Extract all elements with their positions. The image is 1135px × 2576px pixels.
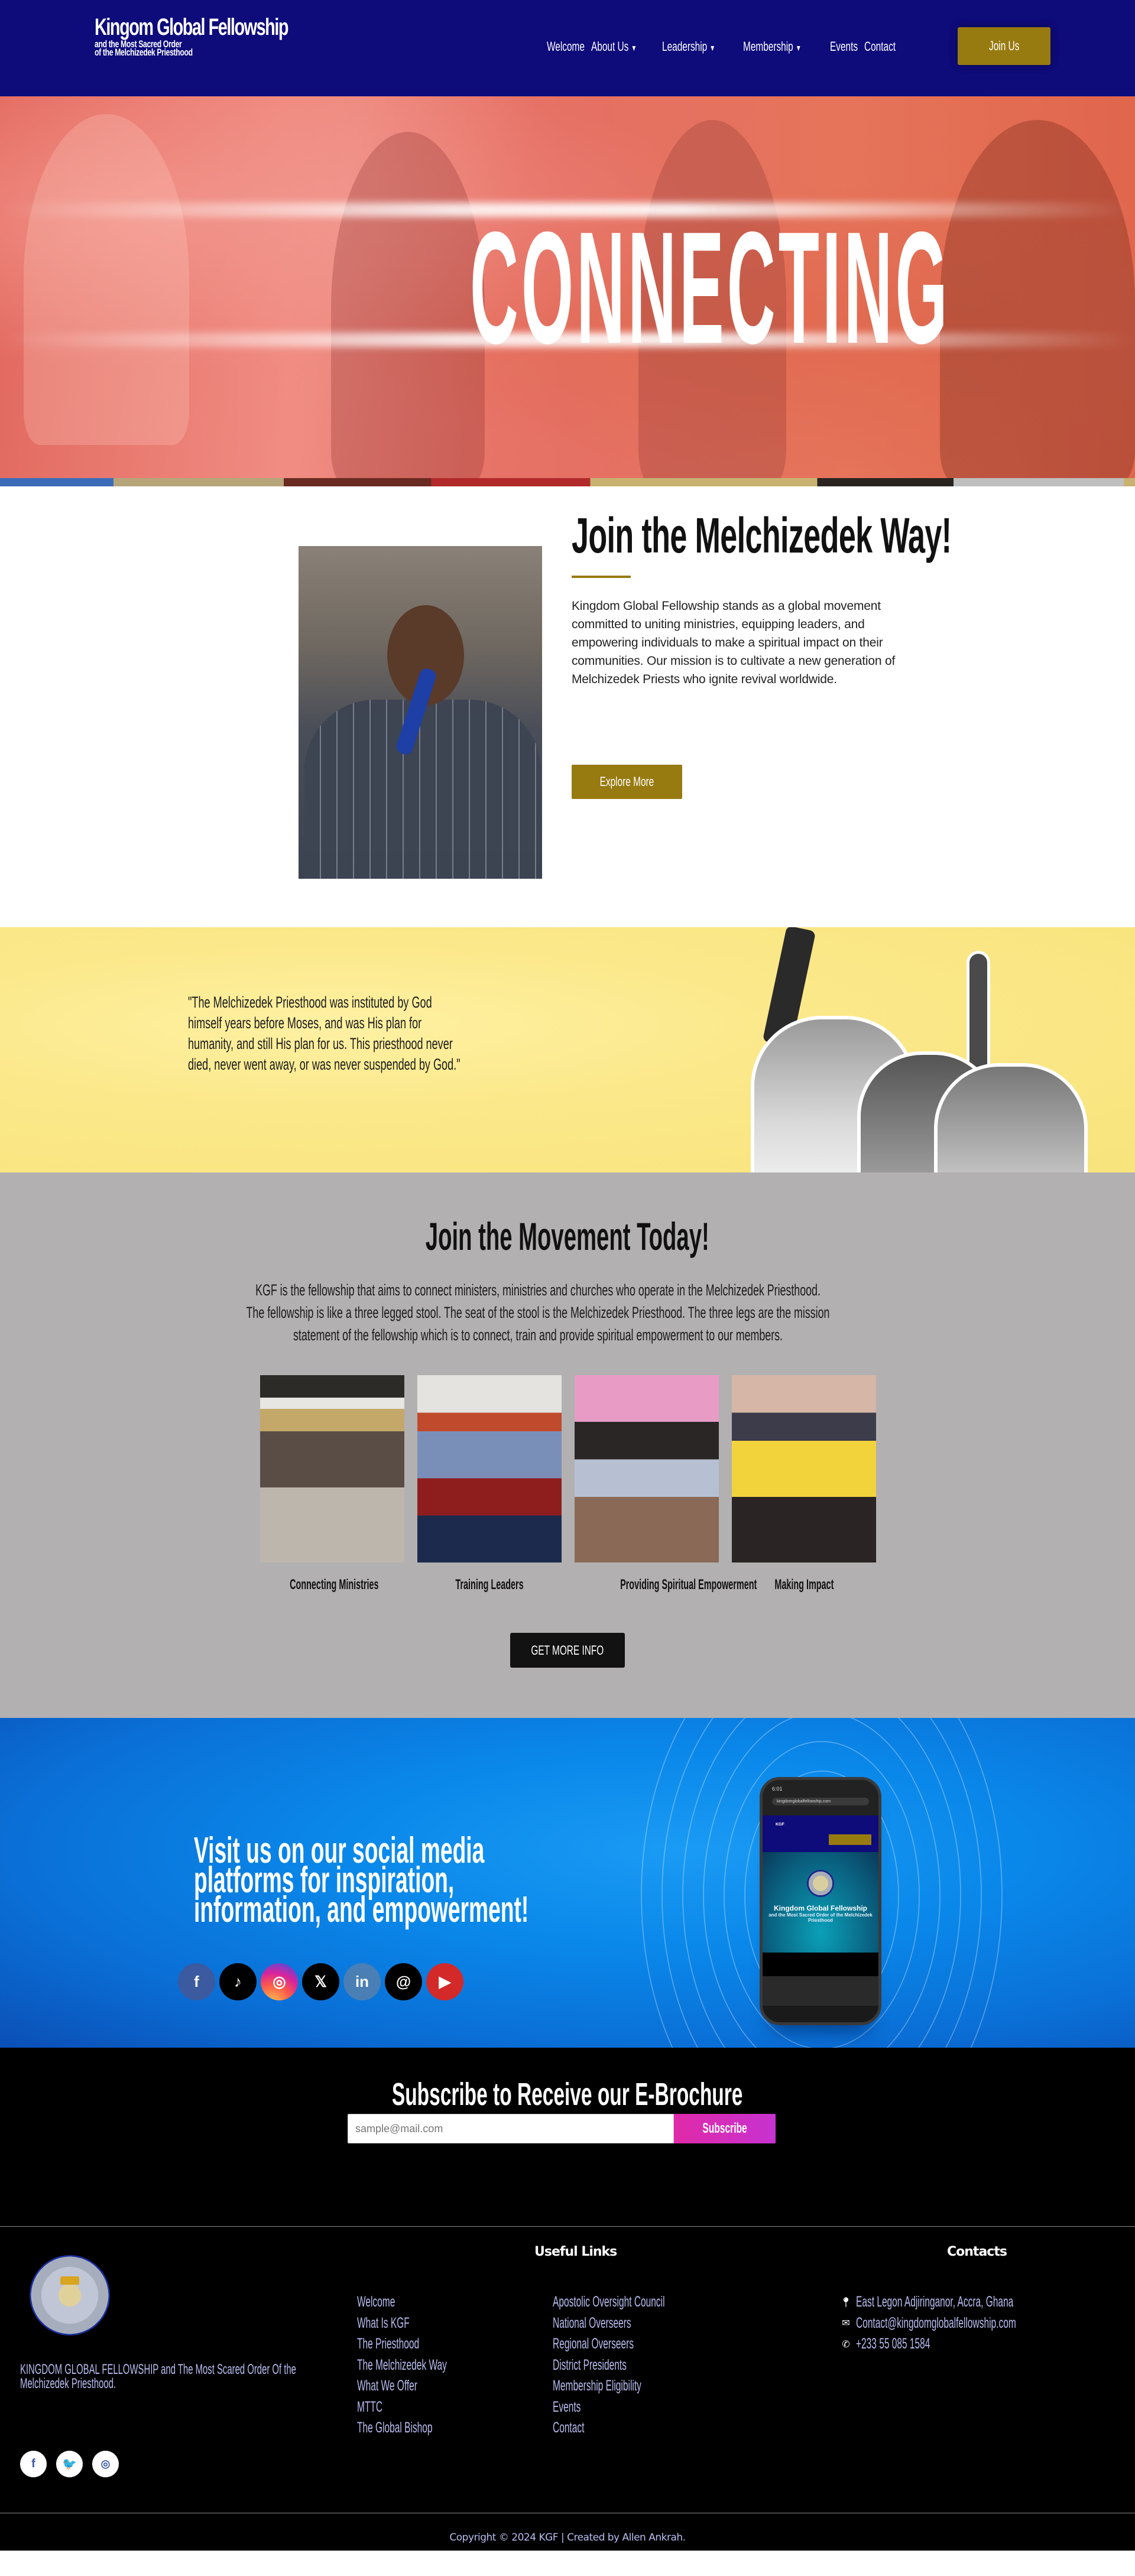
contact-address: 📍︎ East Legon Adjiringanor, Accra, Ghana xyxy=(839,2294,1014,2311)
join-us-button[interactable]: Join Us xyxy=(958,27,1050,65)
site-logo[interactable]: Kingom Global Fellowship and the Most Sa… xyxy=(95,14,288,58)
social-media-section: Visit us on our social media platforms f… xyxy=(0,1718,1135,2048)
site-header: Kingom Global Fellowship and the Most Sa… xyxy=(0,0,1135,96)
instagram-icon[interactable]: ◎ xyxy=(92,2451,119,2477)
main-nav: Welcome About Us ▼ Leadership ▼ Membership… xyxy=(547,39,906,54)
card-caption: Providing Spiritual Empowerment xyxy=(620,1577,757,1593)
kgf-seal-logo xyxy=(30,2255,110,2335)
copyright: Copyright © 2024 KGF | Created by Allen … xyxy=(449,2532,686,2543)
mission-cards: Connecting Ministries Training Leaders P… xyxy=(260,1375,876,1593)
nav-events[interactable]: Events xyxy=(830,39,858,54)
x-icon[interactable]: 𝕏 xyxy=(302,1963,339,2000)
quote-section: "The Melchizedek Priesthood was institut… xyxy=(0,927,1135,1172)
hero-banner: CONNECTING xyxy=(0,96,1135,486)
map-pin-icon: 📍︎ xyxy=(839,2297,852,2308)
chevron-down-icon: ▼ xyxy=(631,43,637,53)
melchizedek-section: Join the Melchizedek Way! Kingdom Global… xyxy=(0,486,1135,927)
subscribe-title: Subscribe to Receive our E-Brochure xyxy=(392,2077,743,2112)
footer-link[interactable]: Contact xyxy=(553,2418,665,2439)
threads-icon[interactable]: @ xyxy=(385,1963,422,2000)
subscribe-button[interactable]: Subscribe xyxy=(674,2114,776,2143)
footer-contacts: 📍︎ East Legon Adjiringanor, Accra, Ghana… xyxy=(839,2292,1114,2355)
nav-membership[interactable]: Membership ▼ xyxy=(743,39,802,54)
nav-about-us[interactable]: About Us ▼ xyxy=(591,39,637,54)
social-title: Visit us on our social media platforms f… xyxy=(194,1830,529,1930)
footer-link[interactable]: Membership Eligibility xyxy=(553,2376,665,2397)
worshippers-image xyxy=(698,927,1135,1172)
linkedin-icon[interactable]: in xyxy=(343,1963,381,2000)
contacts-heading: Contacts xyxy=(947,2244,1007,2259)
useful-links-heading: Useful Links xyxy=(534,2244,617,2259)
nav-welcome[interactable]: Welcome xyxy=(547,39,585,54)
mission-card[interactable]: Connecting Ministries xyxy=(260,1375,404,1593)
movement-section: Join the Movement Today! KGF is the fell… xyxy=(0,1172,1135,1718)
card-image xyxy=(732,1375,876,1563)
mission-card[interactable]: Training Leaders xyxy=(417,1375,562,1593)
logo-title: Kingom Global Fellowship xyxy=(95,14,288,40)
youtube-icon[interactable]: ▶ xyxy=(426,1963,463,2000)
footer-link[interactable]: The Priesthood xyxy=(357,2334,447,2355)
subscribe-section: Subscribe to Receive our E-Brochure Subs… xyxy=(0,2048,1135,2226)
email-input[interactable] xyxy=(348,2114,674,2143)
card-image xyxy=(417,1375,562,1563)
phone-icon: ✆ xyxy=(842,2339,850,2350)
contact-phone[interactable]: ✆ +233 55 085 1584 xyxy=(839,2334,1114,2355)
footer-link[interactable]: MTTC xyxy=(357,2397,447,2418)
tiktok-icon[interactable]: ♪ xyxy=(219,1963,257,2000)
bishop-photo xyxy=(299,546,542,879)
hero-image-person xyxy=(24,114,189,445)
card-image xyxy=(260,1375,404,1563)
facebook-icon[interactable]: f xyxy=(178,1963,215,2000)
logo-subtitle-2: of the Melchizedek Priesthood xyxy=(95,47,193,58)
footer-links-col1: Welcome What Is KGF The Priesthood The M… xyxy=(357,2292,502,2439)
explore-more-button[interactable]: Explore More xyxy=(572,765,682,799)
melchizedek-body: Kingdom Global Fellowship stands as a gl… xyxy=(572,599,896,686)
subscribe-form: Subscribe xyxy=(348,2114,776,2143)
title-divider xyxy=(572,576,631,578)
hero-bottom-strip xyxy=(0,478,1135,486)
footer-link[interactable]: Apostolic Oversight Council xyxy=(553,2292,665,2313)
melchizedek-title: Join the Melchizedek Way! xyxy=(572,508,952,563)
card-image xyxy=(575,1375,719,1563)
footer-link[interactable]: What Is KGF xyxy=(357,2313,447,2334)
hero-image-person xyxy=(940,120,1135,486)
nav-contact[interactable]: Contact xyxy=(864,39,896,54)
footer-social: f 🐦 ◎ xyxy=(20,2451,119,2477)
footer-link[interactable]: The Global Bishop xyxy=(357,2418,447,2439)
footer-link[interactable]: Regional Overseers xyxy=(553,2334,665,2355)
contact-email[interactable]: ✉ Contact@kingdomglobalfellowship.com xyxy=(839,2313,1114,2334)
footer-links-col2: Apostolic Oversight Council National Ove… xyxy=(553,2292,734,2439)
site-footer: KINGDOM GLOBAL FELLOWSHIP and The Most S… xyxy=(0,2226,1135,2551)
footer-link[interactable]: Events xyxy=(553,2397,665,2418)
mission-card[interactable]: Making Impact xyxy=(732,1375,876,1593)
footer-link[interactable]: National Overseers xyxy=(553,2313,665,2334)
chevron-down-icon: ▼ xyxy=(709,43,716,53)
priesthood-quote: "The Melchizedek Priesthood was institut… xyxy=(188,993,461,1073)
footer-about: KINGDOM GLOBAL FELLOWSHIP and The Most S… xyxy=(20,2361,296,2392)
social-icons: f ♪ ◎ 𝕏 in @ ▶ xyxy=(178,1963,463,2000)
card-caption: Connecting Ministries xyxy=(290,1577,379,1593)
instagram-icon[interactable]: ◎ xyxy=(261,1963,298,2000)
movement-body: KGF is the fellowship that aims to conne… xyxy=(246,1281,830,1344)
footer-link[interactable]: The Melchizedek Way xyxy=(357,2355,447,2376)
get-more-info-button[interactable]: GET MORE INFO xyxy=(510,1633,625,1668)
mission-card[interactable]: Providing Spiritual Empowerment xyxy=(575,1375,757,1593)
card-caption: Training Leaders xyxy=(455,1577,524,1593)
phone-status-bar: 6:01 kingdomglobalfellowship.com xyxy=(763,1780,878,1815)
footer-link[interactable]: District Presidents xyxy=(553,2355,665,2376)
chevron-down-icon: ▼ xyxy=(795,43,802,53)
phone-mockup: 6:01 kingdomglobalfellowship.com KGF Kin… xyxy=(760,1777,881,2025)
movement-title: Join the Movement Today! xyxy=(426,1214,709,1258)
footer-link[interactable]: What We Offer xyxy=(357,2376,447,2397)
twitter-icon[interactable]: 🐦 xyxy=(56,2451,83,2477)
envelope-icon: ✉ xyxy=(842,2318,850,2329)
seal-logo xyxy=(807,1870,834,1897)
hero-image-person xyxy=(331,132,485,486)
nav-leadership[interactable]: Leadership ▼ xyxy=(662,39,715,54)
facebook-icon[interactable]: f xyxy=(20,2451,47,2477)
footer-link[interactable]: Welcome xyxy=(357,2292,447,2313)
hero-title: CONNECTING xyxy=(470,199,951,377)
